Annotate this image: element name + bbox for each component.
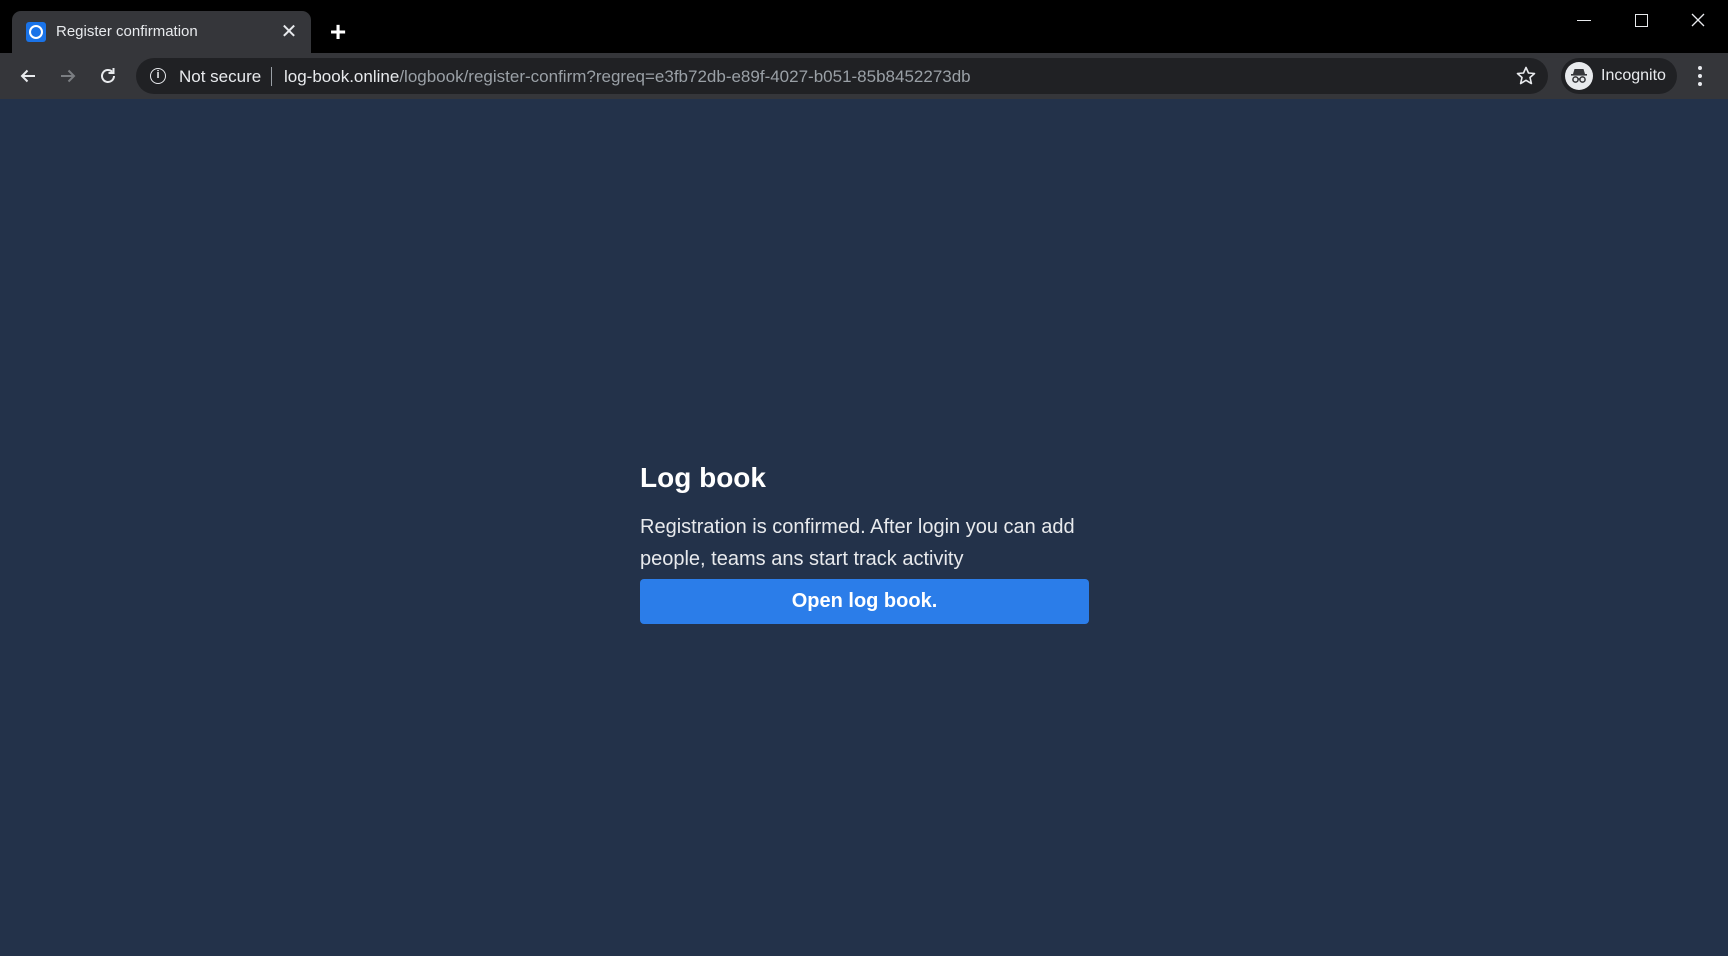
page-title: Log book bbox=[640, 462, 766, 493]
browser-title-bar: Register confirmation ✕ + bbox=[0, 0, 1728, 53]
incognito-icon bbox=[1565, 62, 1593, 90]
maximize-icon bbox=[1634, 13, 1648, 27]
url-path: /logbook/register-confirm?regreq=e3fb72d… bbox=[399, 67, 971, 86]
close-icon bbox=[1691, 13, 1705, 27]
close-tab-icon[interactable]: ✕ bbox=[277, 20, 301, 44]
back-button[interactable] bbox=[11, 59, 45, 93]
tab-title: Register confirmation bbox=[56, 23, 198, 40]
maximize-window-button[interactable] bbox=[1612, 0, 1670, 40]
url-text[interactable]: log-book.online/logbook/register-confirm… bbox=[284, 67, 971, 87]
browser-toolbar: i Not secure log-book.online/logbook/reg… bbox=[0, 53, 1728, 99]
url-host: log-book.online bbox=[284, 67, 400, 86]
reload-icon bbox=[101, 68, 115, 83]
star-icon[interactable] bbox=[1514, 64, 1538, 88]
confirmation-card: Log book Registration is confirmed. Afte… bbox=[640, 457, 1089, 624]
open-log-book-button[interactable]: Open log book. bbox=[640, 579, 1089, 624]
reload-button[interactable] bbox=[91, 59, 125, 93]
page-favicon-icon bbox=[26, 22, 46, 42]
confirmation-message: Registration is confirmed. After login y… bbox=[640, 516, 1075, 570]
arrow-left-icon bbox=[20, 69, 35, 83]
address-bar[interactable]: i Not secure log-book.online/logbook/reg… bbox=[136, 58, 1548, 94]
info-icon[interactable]: i bbox=[150, 68, 166, 84]
minimize-icon bbox=[1577, 19, 1591, 21]
incognito-profile-button[interactable]: Incognito bbox=[1561, 58, 1677, 94]
security-status-label[interactable]: Not secure bbox=[179, 67, 261, 87]
arrow-right-icon bbox=[61, 69, 76, 83]
close-window-button[interactable] bbox=[1669, 0, 1727, 40]
new-tab-button[interactable]: + bbox=[323, 17, 353, 47]
minimize-window-button[interactable] bbox=[1555, 0, 1613, 40]
omnibox-divider bbox=[271, 67, 272, 86]
profile-label: Incognito bbox=[1601, 67, 1666, 84]
browser-tab[interactable]: Register confirmation ✕ bbox=[12, 11, 311, 53]
page-content: Log book Registration is confirmed. Afte… bbox=[0, 99, 1728, 956]
kebab-menu-icon[interactable] bbox=[1686, 59, 1714, 93]
forward-button[interactable] bbox=[51, 59, 85, 93]
